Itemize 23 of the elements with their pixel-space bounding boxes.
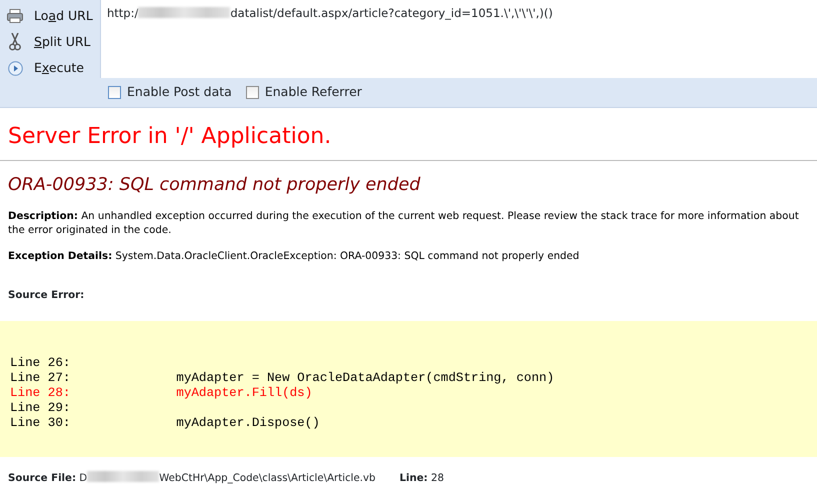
code-line: Line 27: myAdapter = New OracleDataAdapter(cmdString, conn)	[10, 370, 556, 386]
toolbar-button[interactable]: Split URL	[0, 29, 100, 55]
code-line: Line 29:	[10, 400, 72, 416]
checkbox[interactable]	[108, 86, 121, 100]
code-line: Line 30: myAdapter.Dispose()	[10, 416, 321, 431]
code-line: Line 28: myAdapter.Fill(ds)	[10, 386, 314, 401]
line-number-text: Line: 28	[400, 472, 444, 486]
source-file-text: Source File: D WebCtHr\App_Code\class\Article\Article.vb	[8, 470, 376, 486]
error-page-title: Server Error in '/' Application.	[8, 124, 332, 150]
code-line: Line 26:	[10, 356, 72, 371]
toolbar-button[interactable]: Execute	[0, 55, 100, 81]
scissors-icon	[9, 33, 21, 51]
printer-icon	[7, 9, 23, 23]
url-input-field[interactable]: http:/ datalist/default.aspx/article?category_id=1051.\',\'\'\',)()	[100, 0, 817, 78]
section-label: Source Error:	[8, 288, 86, 303]
error-paragraph: Description: An unhandled exception occurred during the execution of the current web request. Please review the stack trace for more information about the error originated in the code.	[8, 210, 800, 238]
checkbox[interactable]	[246, 86, 259, 100]
error-message: ORA-00933: SQL command not properly ended	[8, 175, 422, 196]
toolbar-button[interactable]: Load URL	[0, 3, 100, 29]
error-paragraph: Exception Details: System.Data.OracleClient.OracleException: ORA-00933: SQL command not properly ended	[8, 250, 580, 264]
checkbox-label[interactable]: Enable Referrer	[264, 83, 362, 102]
checkbox-label[interactable]: Enable Post data	[127, 83, 232, 102]
play-icon	[8, 60, 22, 76]
